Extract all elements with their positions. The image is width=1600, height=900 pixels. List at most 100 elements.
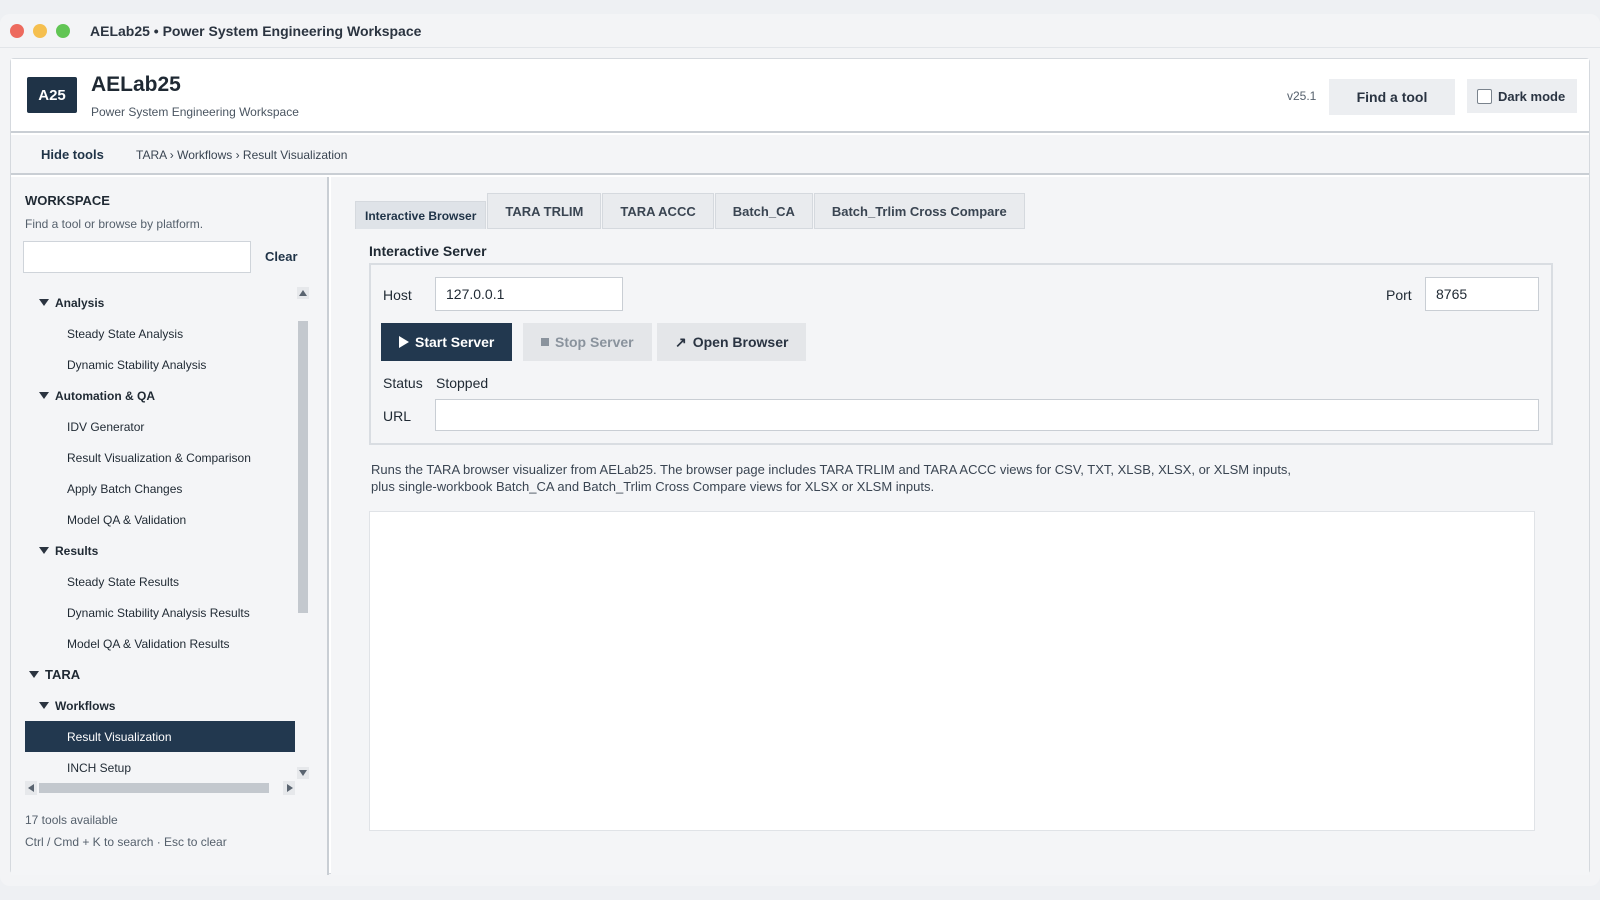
tools-count: 17 tools available [25, 813, 118, 827]
tree-item[interactable]: Steady State Results [25, 566, 295, 597]
port-label: Port [1386, 287, 1412, 303]
host-label: Host [383, 287, 412, 303]
scroll-left-icon[interactable] [25, 781, 37, 795]
server-panel: Host Port Start Server Stop Server ↗ Ope… [369, 263, 1553, 445]
search-input[interactable] [23, 241, 251, 273]
scroll-up-icon[interactable] [297, 287, 309, 299]
workspace-subtitle: Find a tool or browse by platform. [25, 217, 204, 231]
breadcrumb: TARA › Workflows › Result Visualization [136, 148, 348, 162]
stop-server-label: Stop Server [555, 334, 634, 350]
description-line-1: Runs the TARA browser visualizer from AE… [371, 462, 1292, 477]
status-value: Stopped [436, 375, 489, 391]
tree-item[interactable]: INCH Setup [25, 752, 295, 777]
scroll-down-icon[interactable] [297, 767, 309, 779]
tree-item-label: Dynamic Stability Analysis Results [67, 605, 250, 620]
start-server-label: Start Server [415, 334, 495, 350]
sidebar: WORKSPACE Find a tool or browse by platf… [11, 177, 329, 875]
tab-tara-accc[interactable]: TARA ACCC [602, 193, 714, 229]
find-tool-button[interactable]: Find a tool [1329, 79, 1455, 115]
app-logo: A25 [27, 77, 77, 113]
tab-bar: Interactive Browser TARA TRLIM TARA ACCC Ba… [355, 193, 1026, 229]
expand-triangle-icon[interactable] [39, 392, 49, 399]
external-link-icon: ↗ [675, 333, 687, 350]
url-field[interactable] [435, 399, 1539, 431]
browser-viewer-area[interactable] [369, 511, 1535, 831]
window-title: AELab25 • Power System Engineering Works… [90, 22, 422, 39]
app-subtitle: Power System Engineering Workspace [91, 105, 299, 119]
expand-triangle-icon[interactable] [39, 547, 49, 554]
tree-item-label: Dynamic Stability Analysis [67, 357, 207, 372]
expand-triangle-icon[interactable] [29, 671, 39, 678]
tree-item[interactable]: Result Visualization & Comparison [25, 442, 295, 473]
dark-mode-toggle[interactable]: Dark mode [1467, 79, 1577, 113]
clear-button[interactable]: Clear [265, 249, 298, 264]
tree-item[interactable]: Model QA & Validation [25, 504, 295, 535]
stop-icon [541, 338, 549, 346]
tree-horizontal-scrollbar[interactable] [25, 781, 295, 795]
minimize-window-button[interactable] [33, 23, 47, 38]
tree-item-label: Apply Batch Changes [67, 481, 183, 496]
tree-item[interactable]: Result Visualization [25, 721, 295, 752]
maximize-window-button[interactable] [56, 23, 70, 38]
open-browser-button[interactable]: ↗ Open Browser [657, 323, 807, 361]
tree-item[interactable]: Results [25, 535, 295, 566]
tab-tara-trlim[interactable]: TARA TRLIM [487, 193, 602, 229]
description-line-2: plus single-workbook Batch_CA and Batch_… [371, 479, 935, 494]
tree-item[interactable]: Dynamic Stability Analysis Results [25, 597, 295, 628]
breadcrumb-bar: Hide tools TARA › Workflows › Result Vis… [11, 135, 1589, 175]
shortcut-hint: Ctrl / Cmd + K to search · Esc to clear [25, 835, 227, 849]
host-input[interactable] [435, 277, 623, 311]
tree-item-label: Model QA & Validation Results [67, 636, 230, 651]
tree-item[interactable]: IDV Generator [25, 411, 295, 442]
tree-item[interactable]: Workflows [25, 690, 295, 721]
tree-item[interactable]: Model QA & Validation Results [25, 628, 295, 659]
window-controls [10, 23, 70, 38]
app-window: AELab25 • Power System Engineering Works… [0, 14, 1600, 886]
workspace-title: WORKSPACE [25, 193, 110, 208]
tree-item-label: Automation & QA [55, 388, 155, 403]
tree-item[interactable]: Analysis [25, 287, 295, 318]
tab-interactive-browser[interactable]: Interactive Browser [355, 201, 487, 229]
tool-tree: Analysis Steady State Analysis Dynamic Sta… [25, 287, 295, 777]
port-input[interactable] [1425, 277, 1539, 311]
section-title: Interactive Server [369, 243, 487, 259]
close-window-button[interactable] [10, 23, 24, 38]
tree-vertical-scrollbar[interactable] [297, 287, 309, 779]
status-label: Status [383, 375, 423, 391]
tab-batch-ca[interactable]: Batch_CA [714, 193, 813, 229]
scroll-thumb-horizontal[interactable] [39, 783, 269, 793]
dark-mode-label: Dark mode [1498, 88, 1566, 104]
tree-item[interactable]: Steady State Analysis [25, 318, 295, 349]
app-name: AELab25 [91, 73, 181, 96]
app-frame: A25 AELab25 Power System Engineering Wor… [10, 58, 1590, 875]
tree-item-label: IDV Generator [67, 419, 145, 434]
tree-item[interactable]: Dynamic Stability Analysis [25, 349, 295, 380]
scroll-thumb[interactable] [298, 321, 308, 613]
app-header: A25 AELab25 Power System Engineering Wor… [11, 59, 1589, 133]
tree-item-label: TARA [45, 667, 81, 682]
tree-item[interactable]: TARA [25, 659, 295, 690]
hide-tools-button[interactable]: Hide tools [41, 147, 104, 162]
tree-item[interactable]: Apply Batch Changes [25, 473, 295, 504]
expand-triangle-icon[interactable] [39, 299, 49, 306]
play-icon [399, 336, 409, 348]
tree-item-label: Workflows [55, 698, 116, 713]
tree-item[interactable]: Automation & QA [25, 380, 295, 411]
dark-mode-checkbox[interactable] [1477, 88, 1492, 104]
expand-triangle-icon[interactable] [39, 702, 49, 709]
scroll-right-icon[interactable] [283, 781, 295, 795]
tree-item-label: Result Visualization [67, 729, 172, 744]
description: Runs the TARA browser visualizer from AE… [371, 461, 1511, 495]
start-server-button[interactable]: Start Server [381, 323, 513, 361]
tree-item-label: Steady State Results [67, 574, 180, 589]
open-browser-label: Open Browser [692, 334, 789, 350]
tree-item-label: Result Visualization & Comparison [67, 450, 251, 465]
tree-item-label: Model QA & Validation [67, 512, 187, 527]
tree-item-label: INCH Setup [67, 760, 132, 775]
stop-server-button[interactable]: Stop Server [523, 323, 652, 361]
tree-item-label: Results [55, 543, 99, 558]
tree-item-label: Steady State Analysis [67, 326, 184, 341]
tree-item-label: Analysis [55, 295, 105, 310]
tab-batch-trlim-cross-compare[interactable]: Batch_Trlim Cross Compare [813, 193, 1025, 229]
url-label: URL [383, 408, 412, 424]
